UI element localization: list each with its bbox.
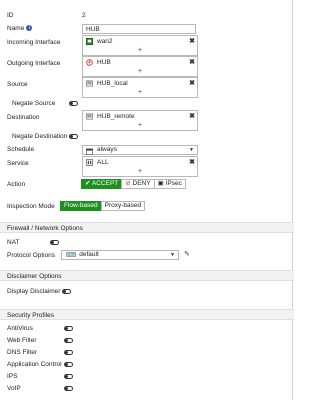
protocol-options-select[interactable]: PRX default ▼ bbox=[61, 250, 179, 260]
source-label: Source bbox=[7, 81, 28, 88]
security-profiles-title: Security Profiles bbox=[7, 312, 54, 319]
display-disclaimer-toggle[interactable] bbox=[62, 289, 71, 294]
calendar-icon bbox=[86, 148, 93, 155]
check-icon: ✔ bbox=[85, 180, 92, 187]
negate-source-toggle[interactable] bbox=[69, 101, 78, 106]
remove-icon[interactable]: ✖ bbox=[189, 78, 195, 89]
action-accept-button[interactable]: ✔ ACCEPT bbox=[81, 179, 123, 189]
profile-antivirus-label: AntiVirus bbox=[7, 325, 33, 332]
negate-destination-label: Negate Destination bbox=[12, 133, 68, 140]
id-label: ID bbox=[7, 12, 14, 19]
profile-application-control-toggle[interactable] bbox=[64, 362, 73, 367]
firewall-section-header: Firewall / Network Options bbox=[0, 222, 294, 233]
chevron-down-icon: ▼ bbox=[189, 147, 194, 153]
profile-web-filter-toggle[interactable] bbox=[64, 338, 73, 343]
action-deny-label: DENY bbox=[132, 180, 151, 187]
proxy-badge: PRX bbox=[66, 251, 77, 257]
deny-icon: ⊘ bbox=[125, 180, 133, 187]
display-disclaimer-label: Display Disclaimer bbox=[7, 288, 61, 295]
destination-field[interactable]: HUB_remote ✖ + bbox=[82, 110, 198, 131]
outgoing-interface-label: Outgoing Interface bbox=[7, 60, 61, 67]
profile-antivirus-toggle[interactable] bbox=[64, 326, 73, 331]
action-ipsec-button[interactable]: ▣ IPsec bbox=[153, 179, 186, 189]
nat-label: NAT bbox=[7, 239, 20, 246]
schedule-select[interactable]: always ▼ bbox=[82, 145, 198, 155]
profile-dns-filter-label: DNS Filter bbox=[7, 349, 37, 356]
incoming-interface-field[interactable]: wan2 ✖ + bbox=[82, 35, 198, 56]
schedule-label: Schedule bbox=[7, 146, 35, 153]
security-profiles-section-header: Security Profiles bbox=[0, 309, 294, 320]
schedule-value: always bbox=[97, 146, 117, 153]
inspection-mode-label: Inspection Mode bbox=[7, 203, 55, 210]
remove-icon[interactable]: ✖ bbox=[189, 157, 195, 168]
source-entry[interactable]: HUB_local ✖ bbox=[83, 78, 197, 89]
disclaimer-section-header: Disclaimer Options bbox=[0, 270, 294, 281]
action-deny-button[interactable]: ⊘ DENY bbox=[121, 179, 155, 189]
panel-right-border bbox=[292, 0, 293, 400]
tunnel-icon bbox=[86, 59, 93, 66]
chevron-down-icon: ▼ bbox=[170, 252, 175, 258]
service-value: ALL bbox=[97, 159, 109, 166]
negate-destination-toggle[interactable] bbox=[69, 134, 78, 139]
add-entry-icon[interactable]: + bbox=[83, 122, 197, 130]
outgoing-interface-value: HUB bbox=[97, 59, 111, 66]
incoming-interface-entry[interactable]: wan2 ✖ bbox=[83, 36, 197, 47]
action-label: Action bbox=[7, 181, 26, 188]
incoming-interface-label: Incoming Interface bbox=[7, 39, 61, 46]
action-ipsec-label: IPsec bbox=[165, 180, 182, 187]
address-icon bbox=[86, 113, 93, 120]
profile-ips-toggle[interactable] bbox=[64, 374, 73, 379]
profile-ips-label: IPS bbox=[7, 373, 18, 380]
proxy-based-button[interactable]: Proxy-based bbox=[100, 201, 146, 211]
name-input[interactable]: HUB bbox=[82, 24, 196, 34]
outgoing-interface-field[interactable]: HUB ✖ + bbox=[82, 56, 198, 77]
service-field[interactable]: ALL ✖ + bbox=[82, 156, 198, 177]
name-label-text: Name bbox=[7, 25, 25, 32]
remove-icon[interactable]: ✖ bbox=[189, 36, 195, 47]
add-entry-icon[interactable]: + bbox=[83, 89, 197, 97]
service-label: Service bbox=[7, 160, 29, 167]
add-entry-icon[interactable]: + bbox=[83, 47, 197, 55]
remove-icon[interactable]: ✖ bbox=[189, 57, 195, 68]
address-icon bbox=[86, 80, 93, 87]
incoming-interface-value: wan2 bbox=[97, 38, 113, 45]
profile-voip-label: VoIP bbox=[7, 385, 21, 392]
port-icon bbox=[86, 38, 93, 45]
remove-icon[interactable]: ✖ bbox=[189, 111, 195, 122]
profile-web-filter-label: Web Filter bbox=[7, 337, 37, 344]
edit-pencil-icon[interactable]: ✎ bbox=[184, 250, 190, 258]
add-entry-icon[interactable]: + bbox=[83, 68, 197, 76]
disclaimer-section-title: Disclaimer Options bbox=[7, 273, 62, 280]
outgoing-interface-entry[interactable]: HUB ✖ bbox=[83, 57, 197, 68]
negate-source-label: Negate Source bbox=[12, 100, 56, 107]
service-icon bbox=[86, 159, 93, 166]
lock-icon: ▣ bbox=[157, 180, 166, 187]
firewall-section-title: Firewall / Network Options bbox=[7, 225, 83, 232]
nat-toggle[interactable] bbox=[50, 240, 59, 245]
profile-application-control-label: Application Control bbox=[7, 361, 62, 368]
destination-label: Destination bbox=[7, 114, 40, 121]
add-entry-icon[interactable]: + bbox=[83, 168, 197, 176]
name-label: Name i bbox=[7, 25, 33, 32]
destination-value: HUB_remote bbox=[97, 113, 135, 120]
profile-voip-toggle[interactable] bbox=[64, 386, 73, 391]
inspection-mode-selector[interactable]: Flow-based Proxy-based bbox=[60, 201, 146, 211]
protocol-options-label: Protocol Options bbox=[7, 252, 56, 259]
protocol-options-value: default bbox=[79, 251, 99, 258]
destination-entry[interactable]: HUB_remote ✖ bbox=[83, 111, 197, 122]
source-field[interactable]: HUB_local ✖ + bbox=[82, 77, 198, 98]
profile-dns-filter-toggle[interactable] bbox=[64, 350, 73, 355]
action-selector[interactable]: ✔ ACCEPT ⊘ DENY ▣ IPsec bbox=[81, 179, 186, 189]
info-icon[interactable]: i bbox=[26, 25, 33, 32]
service-entry[interactable]: ALL ✖ bbox=[83, 157, 197, 168]
flow-based-button[interactable]: Flow-based bbox=[60, 201, 102, 211]
id-value: 2 bbox=[82, 12, 86, 19]
action-accept-label: ACCEPT bbox=[91, 180, 119, 187]
source-value: HUB_local bbox=[97, 80, 128, 87]
